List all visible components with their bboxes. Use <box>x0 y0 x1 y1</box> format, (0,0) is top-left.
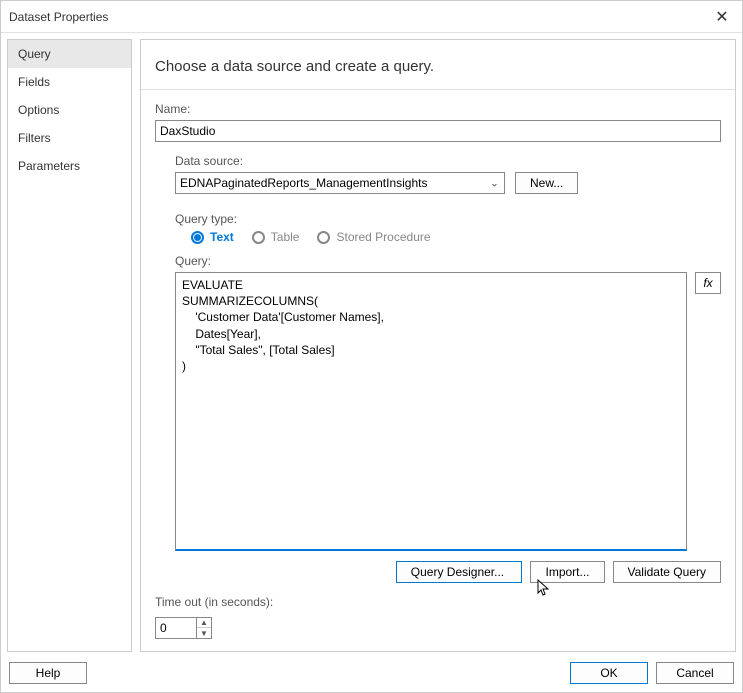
radio-icon <box>252 231 265 244</box>
main-header: Choose a data source and create a query. <box>141 40 735 90</box>
sidebar-item-parameters[interactable]: Parameters <box>8 152 131 180</box>
datasource-select[interactable]: EDNAPaginatedReports_ManagementInsights <box>175 172 505 194</box>
radio-icon <box>191 231 204 244</box>
querytype-label: Query type: <box>175 212 721 226</box>
timeout-input[interactable] <box>155 617 197 639</box>
query-label: Query: <box>175 254 721 268</box>
sidebar-item-query[interactable]: Query <box>8 40 131 68</box>
querytype-options: Text Table Stored Procedure <box>191 230 703 244</box>
datasource-select-wrap: EDNAPaginatedReports_ManagementInsights … <box>175 172 505 194</box>
fx-button[interactable]: fx <box>695 272 721 294</box>
window-title: Dataset Properties <box>9 10 108 24</box>
radio-label: Stored Procedure <box>336 230 430 244</box>
sidebar-item-label: Parameters <box>18 159 80 173</box>
radio-table[interactable]: Table <box>252 230 300 244</box>
sidebar-item-label: Query <box>18 47 51 61</box>
validate-query-button[interactable]: Validate Query <box>613 561 722 583</box>
radio-label: Text <box>210 230 234 244</box>
titlebar: Dataset Properties ✕ <box>1 1 742 33</box>
timeout-label: Time out (in seconds): <box>155 595 721 609</box>
cancel-button[interactable]: Cancel <box>656 662 734 684</box>
close-icon[interactable]: ✕ <box>710 5 734 29</box>
spinner-up-icon[interactable]: ▲ <box>197 618 211 628</box>
fx-icon: fx <box>703 276 712 290</box>
radio-label: Table <box>271 230 300 244</box>
button-label: Query Designer... <box>411 565 504 579</box>
sidebar-item-label: Filters <box>18 131 51 145</box>
datasource-label: Data source: <box>175 154 721 168</box>
sidebar-item-label: Options <box>18 103 59 117</box>
spinner-down-icon[interactable]: ▼ <box>197 628 211 638</box>
content-area: Query Fields Options Filters Parameters … <box>1 33 742 656</box>
sidebar-item-label: Fields <box>18 75 50 89</box>
new-button[interactable]: New... <box>515 172 578 194</box>
name-label: Name: <box>155 102 721 116</box>
main-body: Name: Data source: EDNAPaginatedReports_… <box>141 90 735 651</box>
sidebar-item-fields[interactable]: Fields <box>8 68 131 96</box>
timeout-spinner: ▲ ▼ <box>155 617 721 639</box>
query-designer-button[interactable]: Query Designer... <box>396 561 523 583</box>
query-textarea[interactable] <box>176 273 686 549</box>
name-input[interactable] <box>155 120 721 142</box>
footer: Help OK Cancel <box>1 656 742 692</box>
main-panel: Choose a data source and create a query.… <box>140 39 736 652</box>
sidebar-item-options[interactable]: Options <box>8 96 131 124</box>
ok-button[interactable]: OK <box>570 662 648 684</box>
radio-icon <box>317 231 330 244</box>
help-button[interactable]: Help <box>9 662 87 684</box>
radio-text[interactable]: Text <box>191 230 234 244</box>
sidebar: Query Fields Options Filters Parameters <box>7 39 132 652</box>
sidebar-item-filters[interactable]: Filters <box>8 124 131 152</box>
radio-storedproc[interactable]: Stored Procedure <box>317 230 430 244</box>
